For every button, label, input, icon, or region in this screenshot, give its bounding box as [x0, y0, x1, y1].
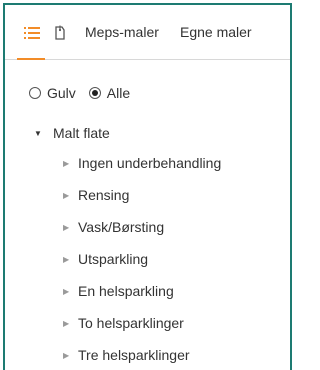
chevron-right-icon[interactable]: ▶	[63, 255, 69, 264]
chevron-right-icon[interactable]: ▶	[63, 351, 69, 360]
radio-alle-label: Alle	[106, 85, 131, 101]
chevron-right-icon[interactable]: ▶	[63, 223, 69, 232]
tree-item-label: To helsparklinger	[78, 315, 184, 331]
radio-alle-circle[interactable]	[88, 87, 101, 99]
chevron-right-icon[interactable]: ▶	[63, 287, 69, 296]
tree-item-label: Utsparkling	[78, 251, 149, 267]
tree-node-malt-flate[interactable]: ▼ Malt flate	[34, 125, 110, 141]
tree-item[interactable]: ▶ Rensing	[63, 185, 129, 205]
tree-item[interactable]: ▶ Tre helsparklinger	[63, 345, 190, 365]
tab-bar: Meps-maler Egne maler	[5, 5, 290, 60]
chevron-right-icon[interactable]: ▶	[63, 191, 69, 200]
tab-meps-maler[interactable]: Meps-maler	[85, 24, 159, 40]
filter-radio-group: Gulv Alle	[29, 84, 143, 102]
tree-item[interactable]: ▶ To helsparklinger	[63, 313, 184, 333]
tree-item[interactable]: ▶ Vask/Børsting	[63, 217, 164, 237]
tree-item[interactable]: ▶ En helsparkling	[63, 281, 174, 301]
list-icon[interactable]	[24, 25, 40, 41]
tree-item[interactable]: ▶ Ingen underbehandling	[63, 153, 221, 173]
tree-item-label: Tre helsparklinger	[78, 347, 190, 363]
radio-gulv-circle[interactable]	[29, 87, 41, 99]
chevron-down-icon[interactable]: ▼	[34, 129, 44, 138]
radio-gulv-label: Gulv	[47, 85, 76, 101]
template-panel: Meps-maler Egne maler Gulv Alle ▼ Malt f…	[3, 3, 292, 370]
tree-item-label: Vask/Børsting	[78, 219, 165, 235]
tag-icon[interactable]	[52, 25, 68, 41]
tree-item-label: En helsparkling	[78, 283, 174, 299]
radio-alle[interactable]: Alle	[88, 85, 131, 101]
tab-active-indicator	[17, 58, 45, 60]
tree-item-label: Ingen underbehandling	[78, 155, 222, 171]
tree-node-label: Malt flate	[53, 125, 110, 141]
tree-item-label: Rensing	[78, 187, 130, 203]
tab-egne-maler[interactable]: Egne maler	[180, 24, 252, 40]
radio-gulv[interactable]: Gulv	[29, 85, 76, 101]
chevron-right-icon[interactable]: ▶	[63, 159, 69, 168]
chevron-right-icon[interactable]: ▶	[63, 319, 69, 328]
tree-item[interactable]: ▶ Utsparkling	[63, 249, 148, 269]
